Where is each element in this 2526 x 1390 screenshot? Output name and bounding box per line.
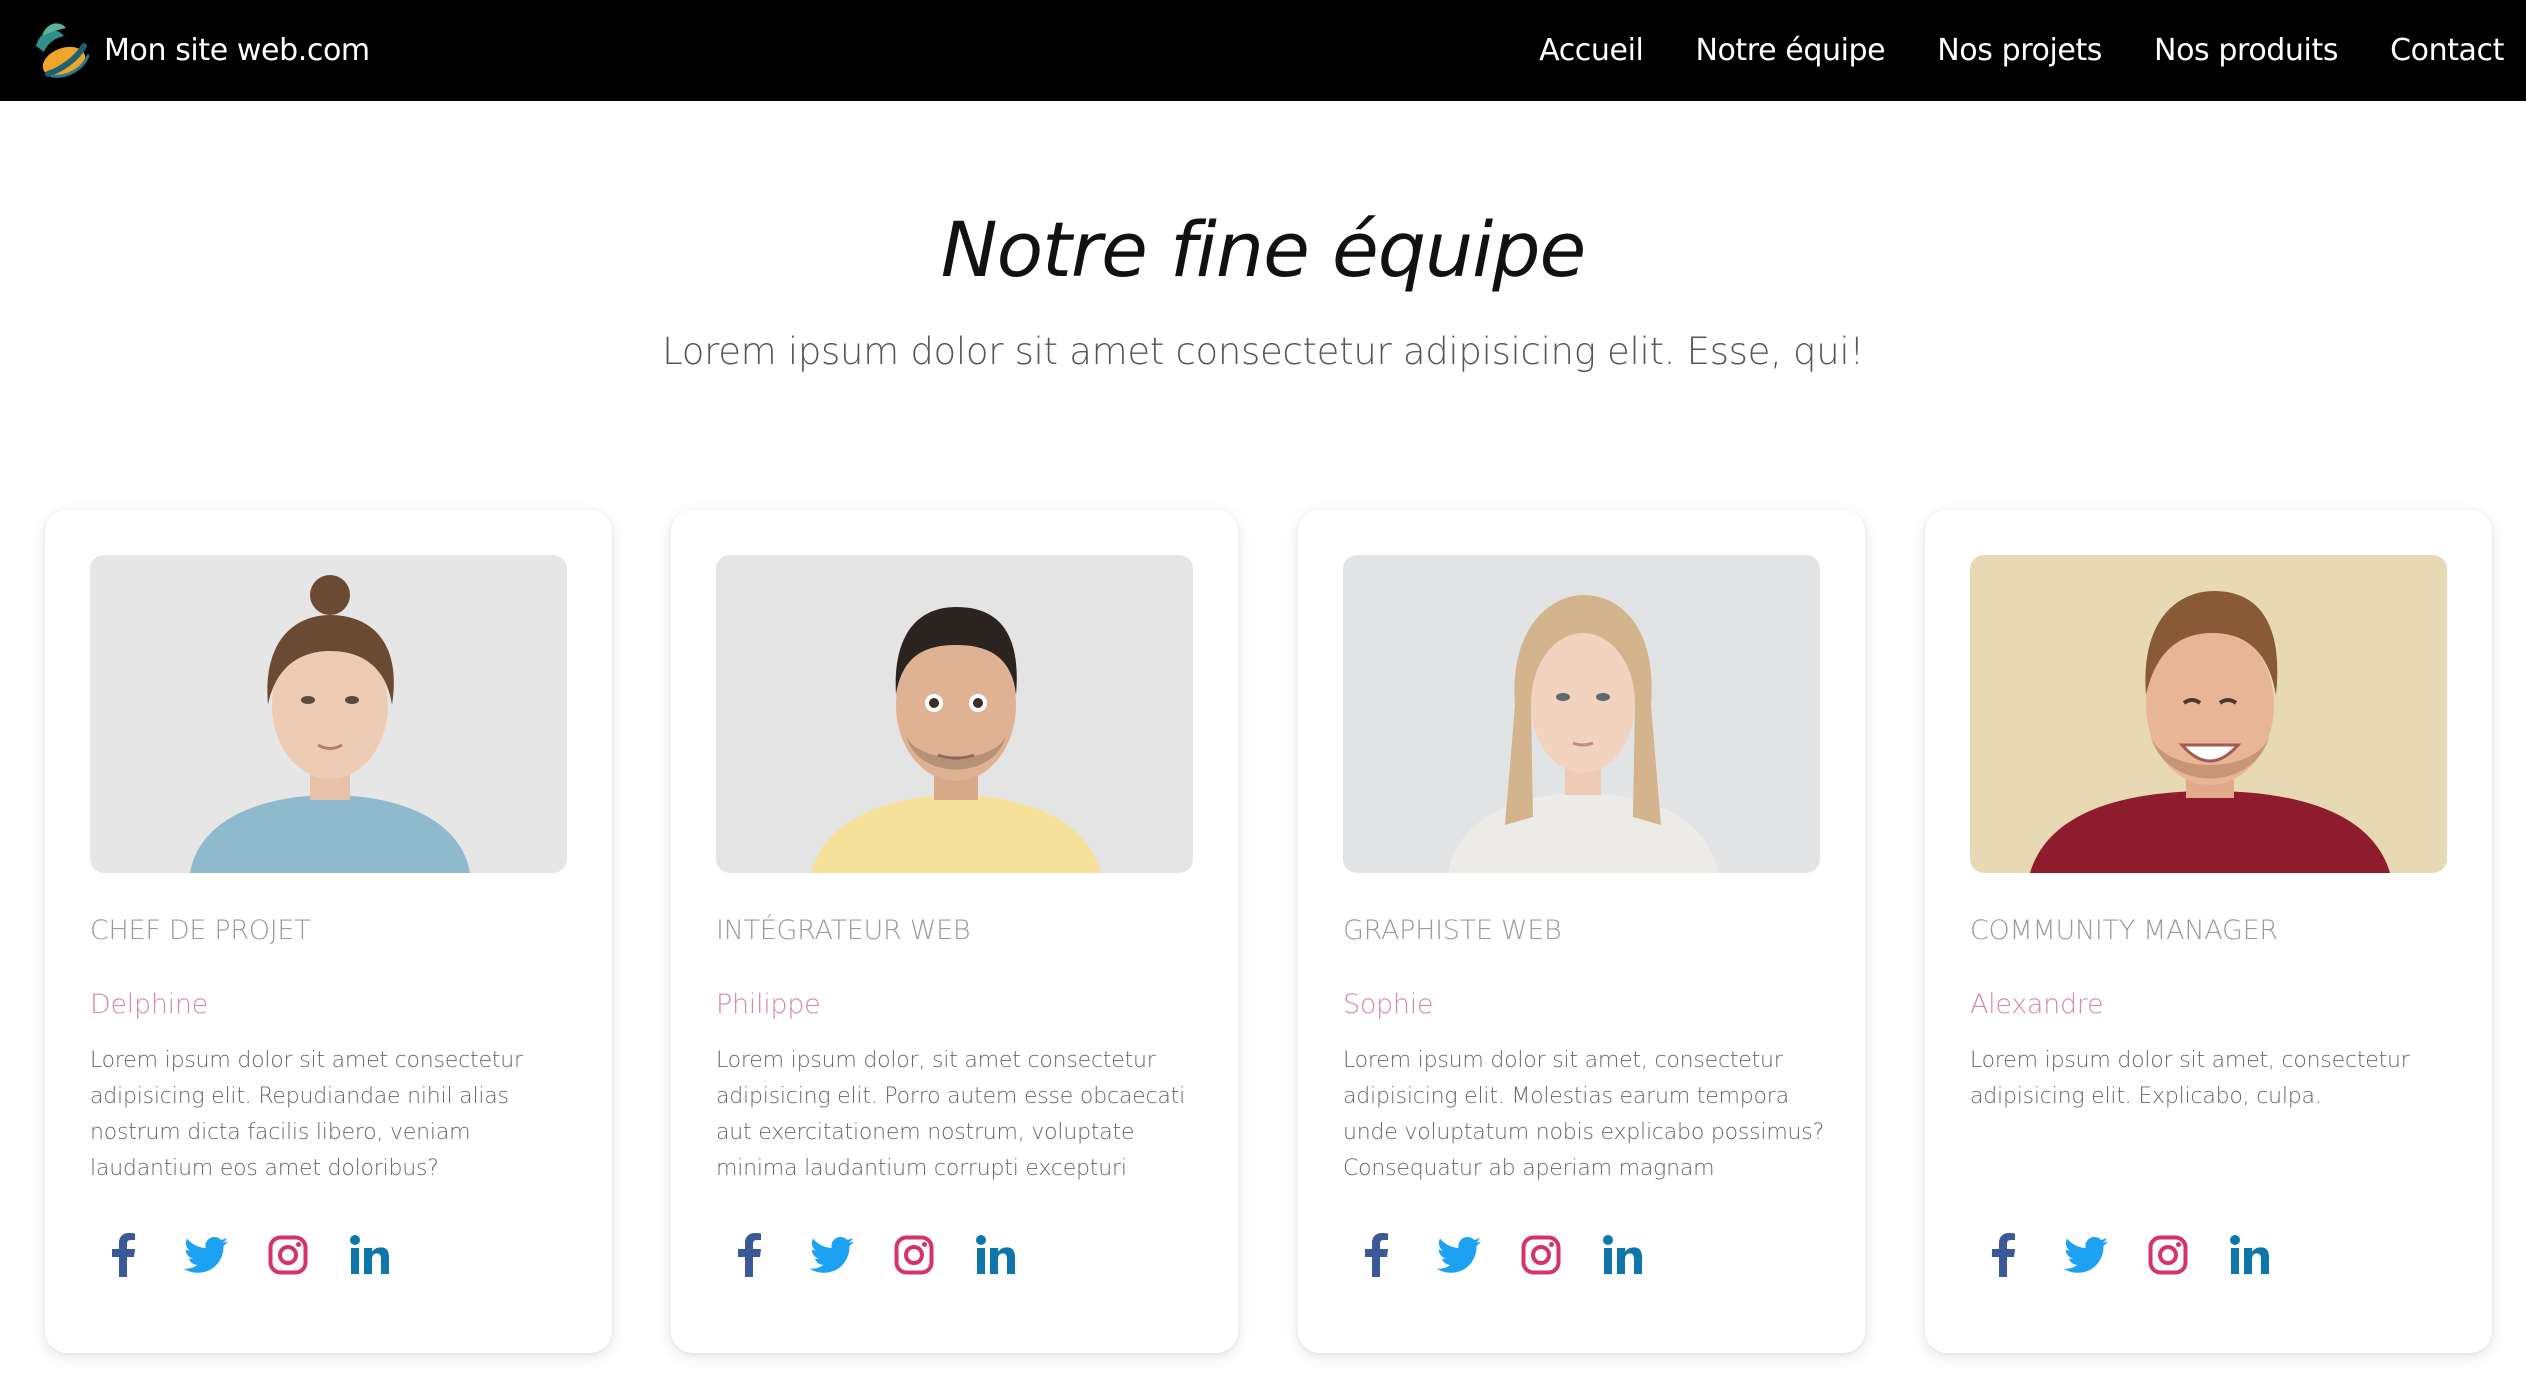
linkedin-icon[interactable] [347,1232,393,1278]
twitter-icon[interactable] [183,1232,229,1278]
team-description: Lorem ipsum dolor sit amet consectetur a… [90,1048,523,1181]
twitter-icon[interactable] [2063,1232,2109,1278]
main-nav: Accueil Notre équipe Nos projets Nos pro… [1539,33,2510,68]
team-photo-delphine [90,555,567,873]
social-links [1981,1232,2273,1278]
instagram-icon[interactable] [1518,1232,1564,1278]
team-name: Philippe [716,989,821,1020]
portrait-image [716,555,1193,873]
nav-accueil[interactable]: Accueil [1539,33,1644,68]
brand-name: Mon site web.com [104,33,370,68]
twitter-icon[interactable] [1436,1232,1482,1278]
nav-nos-projets[interactable]: Nos projets [1937,33,2102,68]
page-subtitle: Lorem ipsum dolor sit amet consectetur a… [662,330,1864,373]
team-role: CHEF DE PROJET [90,915,311,946]
twitter-icon[interactable] [809,1232,855,1278]
team-card-alexandre: COMMUNITY MANAGER Alexandre Lorem ipsum … [1925,510,2492,1353]
nav-contact[interactable]: Contact [2390,33,2504,68]
team-role: COMMUNITY MANAGER [1970,915,2278,946]
team-name: Alexandre [1970,989,2104,1020]
portrait-image [90,555,567,873]
facebook-icon[interactable] [1981,1232,2027,1278]
linkedin-icon[interactable] [973,1232,1019,1278]
facebook-icon[interactable] [101,1232,147,1278]
nav-notre-equipe[interactable]: Notre équipe [1695,33,1885,68]
team-role: INTÉGRATEUR WEB [716,915,971,946]
facebook-icon[interactable] [727,1232,773,1278]
instagram-icon[interactable] [891,1232,937,1278]
portrait-image [1343,555,1820,873]
team-card-delphine: CHEF DE PROJET Delphine Lorem ipsum dolo… [45,510,612,1353]
top-navbar: Mon site web.com Accueil Notre équipe No… [0,0,2526,101]
facebook-icon[interactable] [1354,1232,1400,1278]
team-description: Lorem ipsum dolor sit amet, consectetur … [1343,1048,1825,1181]
team-photo-sophie [1343,555,1820,873]
team-description: Lorem ipsum dolor sit amet, consectetur … [1970,1048,2410,1109]
team-photo-alexandre [1970,555,2447,873]
instagram-icon[interactable] [265,1232,311,1278]
social-links [727,1232,1019,1278]
portrait-image [1970,555,2447,873]
linkedin-icon[interactable] [2227,1232,2273,1278]
team-card-philippe: INTÉGRATEUR WEB Philippe Lorem ipsum dol… [671,510,1238,1353]
linkedin-icon[interactable] [1600,1232,1646,1278]
team-description: Lorem ipsum dolor, sit amet consectetur … [716,1048,1185,1181]
page-title: Notre fine équipe [940,205,1587,294]
team-name: Delphine [90,989,208,1020]
team-card-sophie: GRAPHISTE WEB Sophie Lorem ipsum dolor s… [1298,510,1865,1353]
team-photo-philippe [716,555,1193,873]
social-links [1354,1232,1646,1278]
hero-section: Notre fine équipe Lorem ipsum dolor sit … [0,200,2526,373]
team-cards: CHEF DE PROJET Delphine Lorem ipsum dolo… [45,510,2495,1353]
nav-nos-produits[interactable]: Nos produits [2154,33,2338,68]
logo-icon [36,22,90,78]
brand[interactable]: Mon site web.com [26,16,370,86]
team-name: Sophie [1343,989,1434,1020]
instagram-icon[interactable] [2145,1232,2191,1278]
social-links [101,1232,393,1278]
team-role: GRAPHISTE WEB [1343,915,1562,946]
